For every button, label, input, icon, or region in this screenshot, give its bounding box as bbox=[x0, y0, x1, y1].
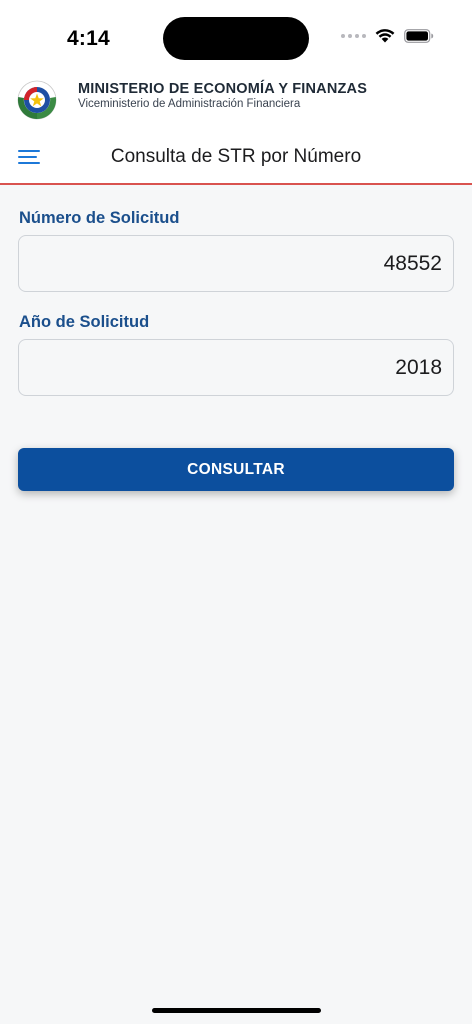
cellular-signal-icon bbox=[341, 33, 366, 38]
home-indicator[interactable] bbox=[152, 1008, 321, 1013]
national-seal-icon bbox=[17, 80, 57, 120]
status-time: 4:14 bbox=[67, 27, 110, 50]
anio-solicitud-input[interactable] bbox=[18, 339, 454, 396]
anio-solicitud-label: Año de Solicitud bbox=[19, 313, 150, 331]
page-title: Consulta de STR por Número bbox=[110, 146, 362, 167]
battery-icon bbox=[404, 28, 434, 43]
dynamic-island bbox=[163, 17, 309, 60]
org-title: MINISTERIO DE ECONOMÍA Y FINANZAS bbox=[78, 81, 368, 97]
wifi-icon bbox=[375, 29, 395, 43]
status-bar: 4:14 bbox=[0, 0, 472, 76]
numero-solicitud-label: Número de Solicitud bbox=[19, 209, 180, 227]
status-icons bbox=[341, 28, 434, 43]
app-header: MINISTERIO DE ECONOMÍA Y FINANZAS Vicemi… bbox=[0, 76, 472, 132]
numero-solicitud-input[interactable] bbox=[18, 235, 454, 292]
navigation-bar: Consulta de STR por Número bbox=[0, 132, 472, 185]
org-subtitle: Viceministerio de Administración Financi… bbox=[78, 98, 301, 110]
consultar-button[interactable]: CONSULTAR bbox=[18, 448, 454, 491]
